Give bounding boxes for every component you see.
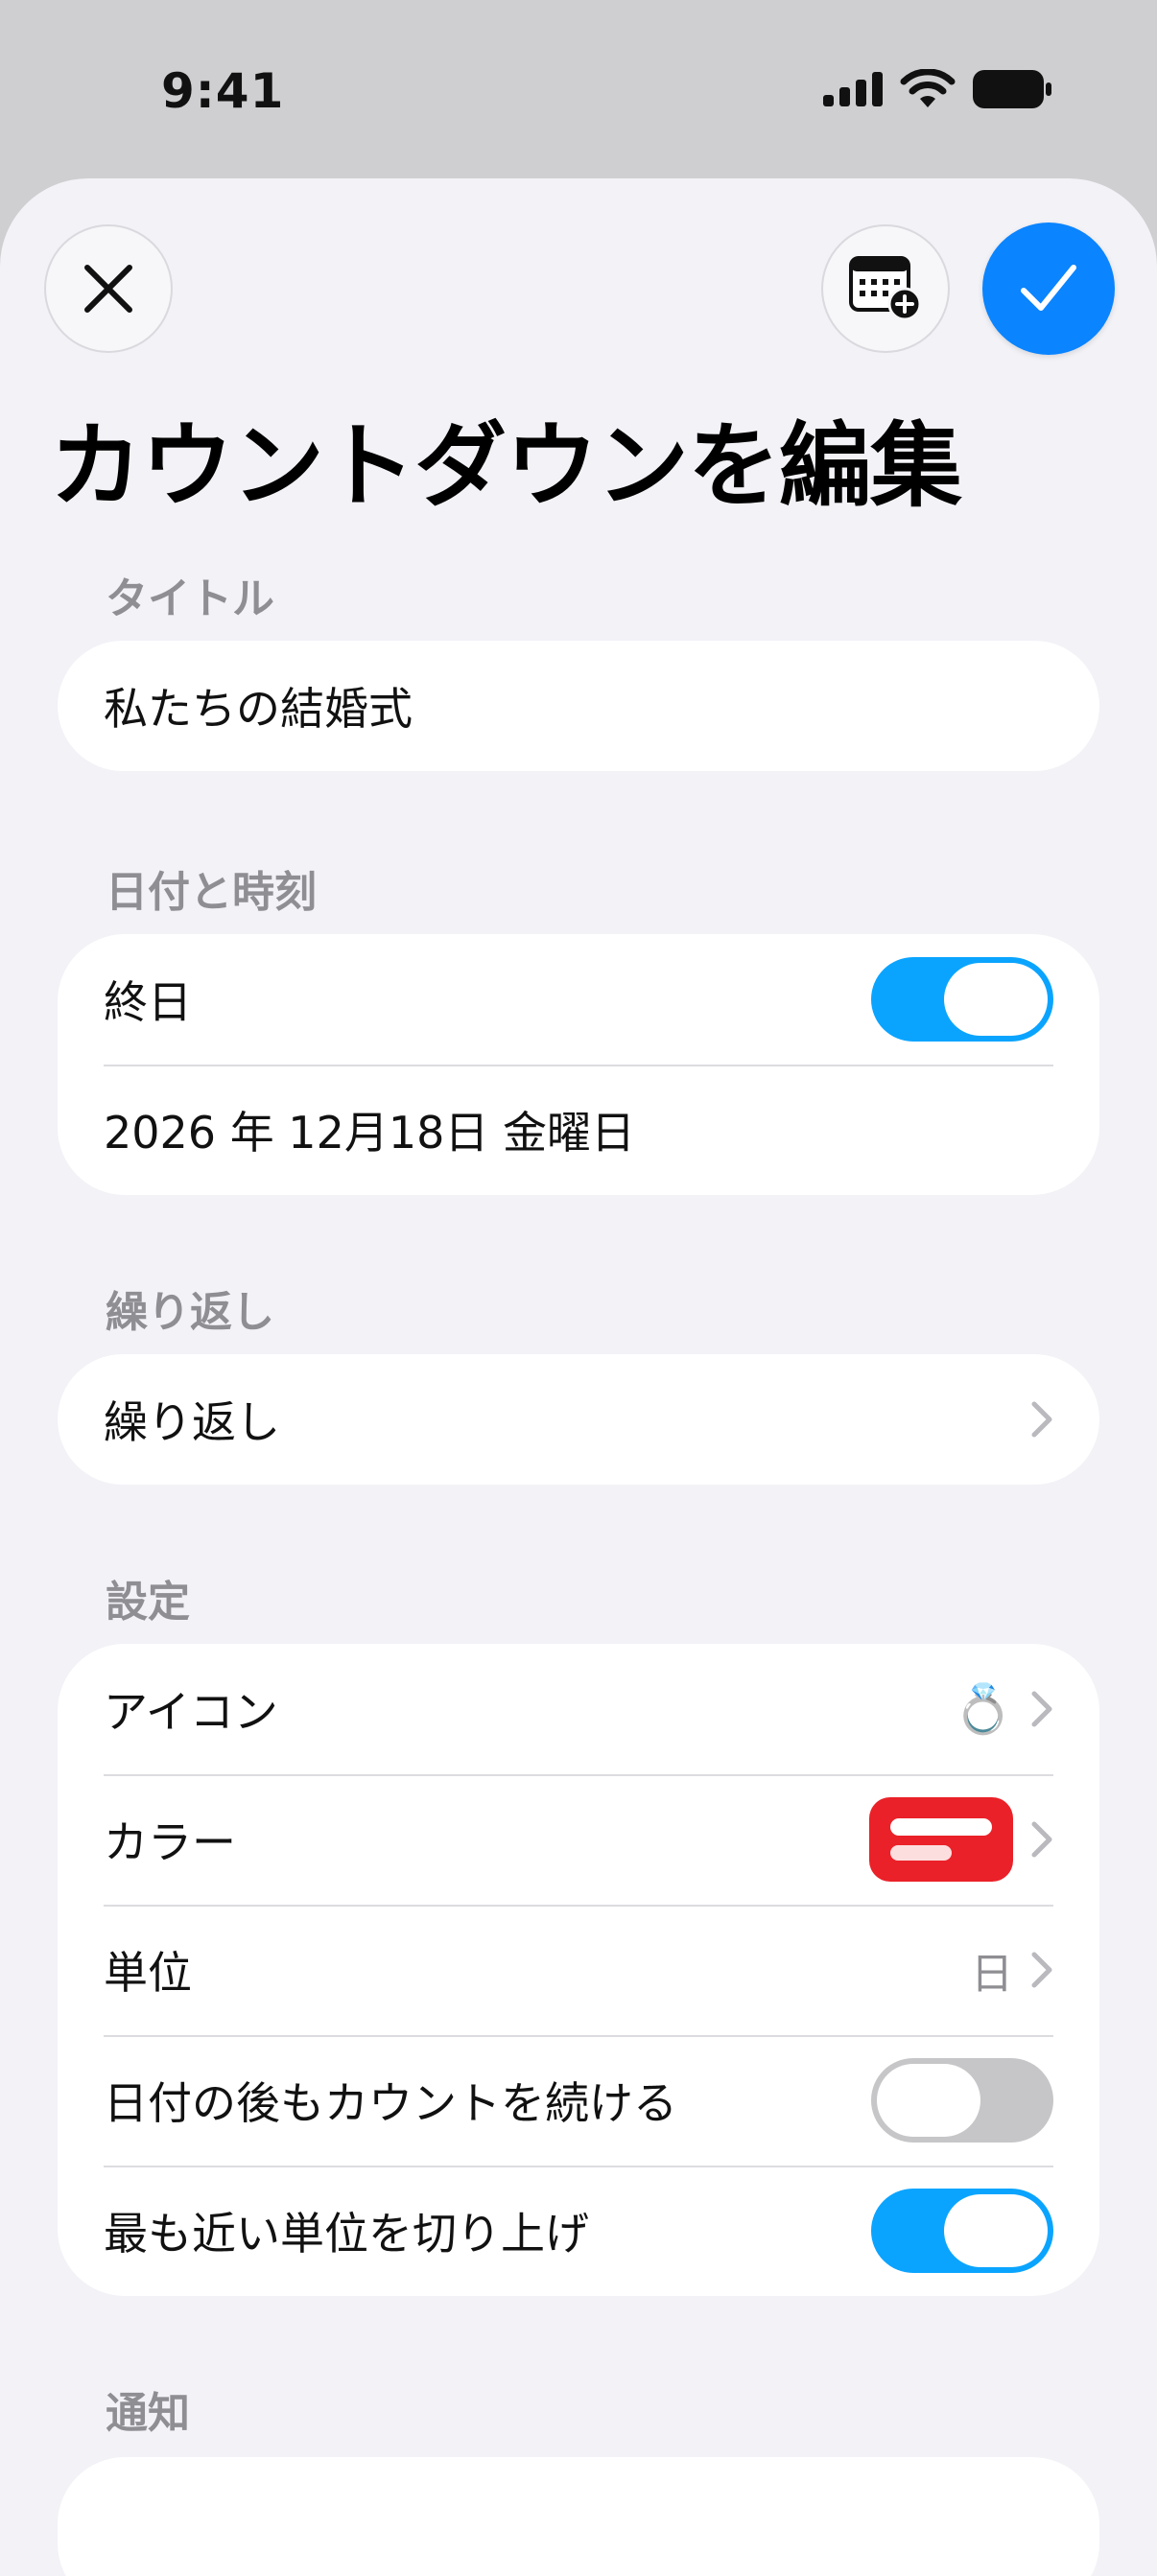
wifi-icon (900, 69, 956, 107)
chevron-right-icon (1031, 1821, 1052, 1858)
calendar-add-icon (849, 256, 922, 321)
repeat-label: 繰り返し (104, 1396, 280, 1448)
continue-count-toggle[interactable] (871, 2058, 1053, 2143)
section-header-settings: 設定 (106, 1578, 190, 1627)
all-day-row: 終日 (58, 934, 1099, 1065)
settings-card: アイコン 💍 カラー 単位 日 日付の後もカウントを続ける 最も近い単位を切り上… (58, 1644, 1099, 2296)
color-label: カラー (104, 1816, 236, 1868)
date-row[interactable]: 2026 年 12月18日 金曜日 (58, 1065, 1099, 1195)
page-title: カウントダウンを編集 (50, 412, 962, 520)
section-header-title: タイトル (106, 574, 274, 623)
round-up-toggle[interactable] (871, 2189, 1053, 2273)
status-bar: 9:41 (0, 0, 1157, 173)
close-button[interactable] (44, 224, 173, 353)
cellular-signal-icon (823, 72, 883, 106)
date-value: 2026 年 12月18日 金曜日 (104, 1107, 635, 1159)
unit-label: 単位 (104, 1947, 192, 1999)
round-up-label: 最も近い単位を切り上げ (104, 2208, 589, 2260)
section-header-datetime: 日付と時刻 (106, 868, 317, 917)
color-row[interactable]: カラー (58, 1774, 1099, 1905)
continue-count-label: 日付の後もカウントを続ける (104, 2077, 677, 2129)
all-day-label: 終日 (104, 976, 192, 1028)
round-up-row: 最も近い単位を切り上げ (58, 2166, 1099, 2296)
status-icons (823, 69, 1051, 109)
notification-card[interactable] (58, 2457, 1099, 2576)
icon-label: アイコン (104, 1686, 278, 1738)
close-icon (84, 265, 132, 313)
done-button[interactable] (982, 222, 1115, 355)
icon-row[interactable]: アイコン 💍 (58, 1644, 1099, 1774)
all-day-toggle[interactable] (871, 957, 1053, 1042)
color-swatch (869, 1797, 1013, 1882)
battery-icon (973, 70, 1051, 108)
title-input[interactable]: 私たちの結婚式 (58, 641, 1099, 771)
chevron-right-icon (1031, 1952, 1052, 1988)
title-value: 私たちの結婚式 (104, 683, 413, 735)
datetime-card: 終日 2026 年 12月18日 金曜日 (58, 934, 1099, 1195)
unit-row[interactable]: 単位 日 (58, 1905, 1099, 2035)
repeat-row[interactable]: 繰り返し (58, 1354, 1099, 1485)
title-card: 私たちの結婚式 (58, 641, 1099, 771)
status-time: 9:41 (161, 63, 285, 119)
chevron-right-icon (1031, 1401, 1052, 1438)
add-to-calendar-button[interactable] (821, 224, 950, 353)
checkmark-icon (1021, 265, 1076, 311)
repeat-card: 繰り返し (58, 1354, 1099, 1485)
edit-sheet: カウントダウンを編集 タイトル 私たちの結婚式 日付と時刻 終日 2026 年 … (0, 178, 1157, 2576)
continue-count-row: 日付の後もカウントを続ける (58, 2035, 1099, 2166)
chevron-right-icon (1031, 1691, 1052, 1727)
section-header-notification: 通知 (106, 2389, 190, 2438)
section-header-repeat: 繰り返し (106, 1288, 274, 1337)
ring-icon: 💍 (953, 1680, 1013, 1737)
unit-value: 日 (971, 1950, 1013, 1999)
